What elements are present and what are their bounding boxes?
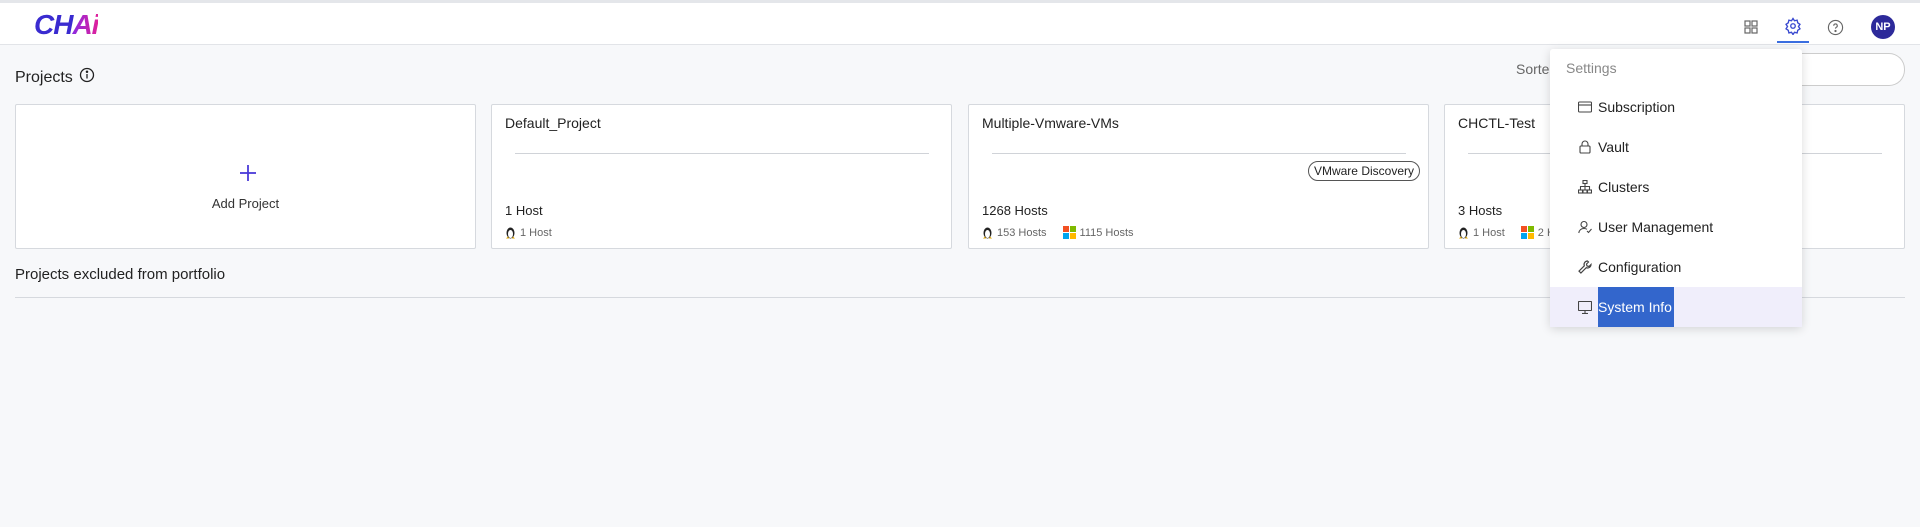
- project-name: Multiple-Vmware-VMs: [982, 115, 1119, 131]
- host-count: 1 Host: [505, 203, 543, 218]
- os-breakdown: 1 Host: [505, 226, 552, 239]
- linux-icon: [1459, 227, 1468, 239]
- menu-item-user-management[interactable]: User Management: [1550, 207, 1802, 247]
- menu-item-vault[interactable]: Vault: [1550, 127, 1802, 167]
- project-name: CHCTL-Test: [1458, 115, 1536, 131]
- menu-item-system-info[interactable]: System Info: [1550, 287, 1802, 327]
- menu-item-label: Clusters: [1598, 179, 1650, 195]
- linux-host-count: 1 Host: [520, 226, 552, 239]
- info-icon[interactable]: [79, 67, 95, 88]
- project-name: Default_Project: [505, 115, 601, 131]
- host-count: 3 Hosts: [1458, 203, 1503, 218]
- linux-icon: [983, 227, 992, 239]
- grid-icon[interactable]: [1735, 11, 1767, 43]
- menu-item-label: User Management: [1598, 219, 1714, 235]
- sort-select[interactable]: [1790, 53, 1905, 86]
- project-card-default-project[interactable]: Default_Project 1 Host 1 Host: [491, 104, 952, 249]
- menu-item-subscription[interactable]: Subscription: [1550, 87, 1802, 127]
- windows-host-count: 1115 Hosts: [1079, 226, 1134, 239]
- os-breakdown: 1 Host 2 H: [1458, 226, 1555, 239]
- page-title: Projects: [15, 67, 95, 88]
- linux-host-count: 153 Hosts: [997, 226, 1047, 239]
- top-bar: CHAi NP: [0, 0, 1920, 45]
- card-icon: [1578, 101, 1592, 113]
- settings-menu: Settings Subscription Vault Clusters Use…: [1550, 49, 1802, 327]
- add-project-label: Add Project: [211, 196, 280, 211]
- divider: [992, 153, 1406, 154]
- windows-icon: [1062, 226, 1076, 239]
- gear-icon[interactable]: [1777, 11, 1809, 43]
- menu-item-label: Subscription: [1598, 99, 1676, 115]
- settings-menu-title: Settings: [1566, 60, 1617, 76]
- projects-title-text: Projects: [15, 68, 73, 86]
- add-project-card[interactable]: Add Project: [15, 104, 476, 249]
- os-breakdown: 153 Hosts 1115 Hosts: [982, 226, 1134, 239]
- windows-icon: [1520, 226, 1534, 239]
- host-count: 1268 Hosts: [982, 203, 1048, 218]
- help-icon[interactable]: [1819, 11, 1851, 43]
- menu-item-clusters[interactable]: Clusters: [1550, 167, 1802, 207]
- cluster-icon: [1578, 180, 1592, 194]
- menu-item-configuration[interactable]: Configuration: [1550, 247, 1802, 287]
- linux-host-count: 1 Host: [1473, 226, 1505, 239]
- monitor-icon: [1578, 300, 1592, 314]
- divider: [515, 153, 929, 154]
- sort-label: Sorte: [1516, 61, 1550, 77]
- menu-item-label: System Info: [1598, 287, 1674, 327]
- excluded-section-title: Projects excluded from portfolio: [15, 266, 226, 283]
- menu-item-label: Vault: [1598, 139, 1629, 155]
- lock-icon: [1579, 140, 1591, 154]
- linux-icon: [506, 227, 515, 239]
- app-logo[interactable]: CHAi: [34, 9, 99, 41]
- users-icon: [1578, 220, 1592, 234]
- menu-item-label: Configuration: [1598, 259, 1682, 275]
- project-card-multiple-vmware-vms[interactable]: Multiple-Vmware-VMs VMware Discovery 126…: [968, 104, 1429, 249]
- avatar[interactable]: NP: [1871, 15, 1895, 39]
- vmware-discovery-badge: VMware Discovery: [1307, 161, 1420, 181]
- wrench-icon: [1578, 260, 1592, 274]
- plus-icon: [239, 164, 257, 187]
